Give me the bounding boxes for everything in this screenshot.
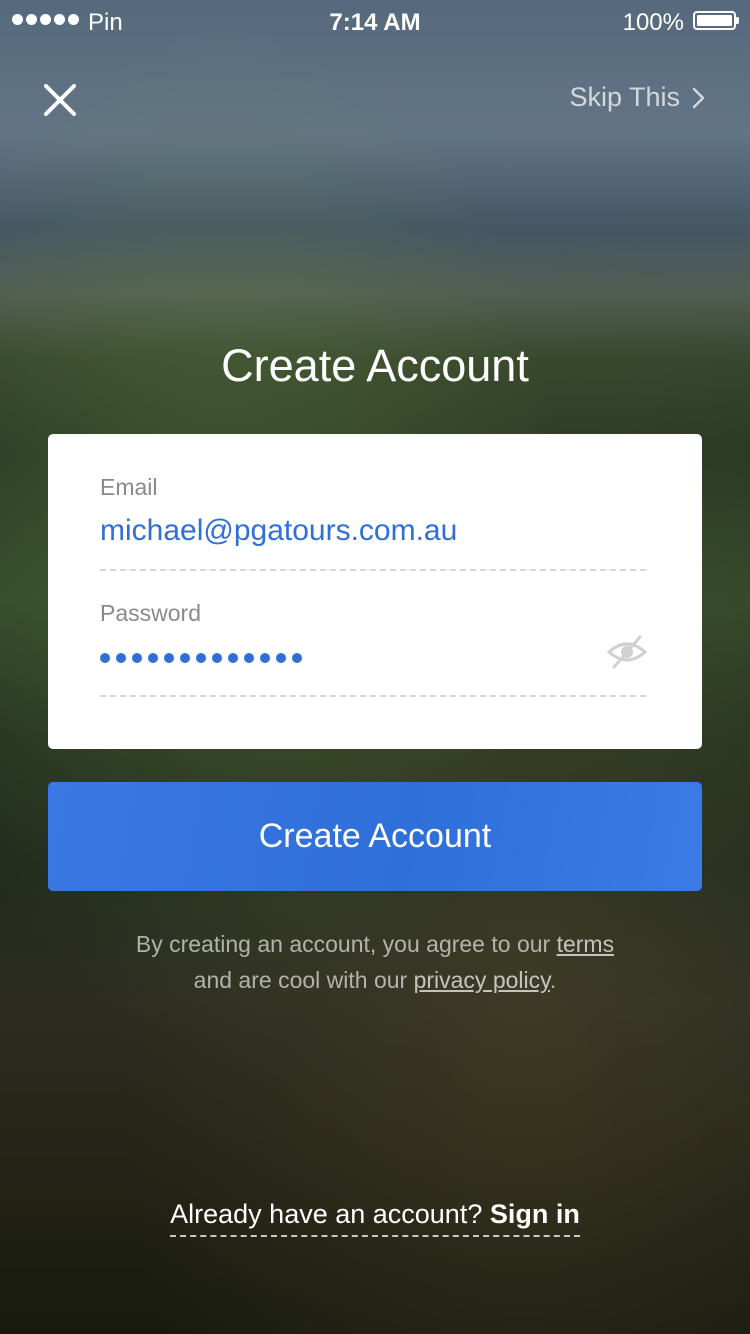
create-account-screen: Pin 7:14 AM 100% Skip This Create Accoun… — [0, 0, 750, 1334]
password-dot — [260, 653, 270, 663]
password-dot — [276, 653, 286, 663]
sign-in-label: Sign in — [489, 1199, 580, 1229]
sign-in-link[interactable]: Already have an account? Sign in — [170, 1199, 580, 1237]
password-field[interactable] — [100, 653, 302, 663]
password-dot — [244, 653, 254, 663]
password-dot — [180, 653, 190, 663]
eye-slash-icon — [606, 635, 648, 669]
status-bar: Pin 7:14 AM 100% — [0, 0, 750, 42]
sign-in-prompt: Already have an account? Sign in — [0, 1199, 750, 1237]
battery-icon — [693, 11, 739, 30]
password-dot — [164, 653, 174, 663]
chevron-right-icon — [692, 87, 705, 108]
password-dot — [292, 653, 302, 663]
legal-text: By creating an account, you agree to our… — [0, 926, 750, 998]
legal-suffix: . — [549, 967, 557, 993]
sign-in-question: Already have an account? — [170, 1199, 483, 1229]
privacy-policy-link[interactable]: privacy policy — [414, 967, 550, 993]
password-dot — [148, 653, 158, 663]
email-label: Email — [100, 474, 158, 500]
show-password-toggle[interactable] — [606, 634, 648, 670]
battery-percent: 100% — [622, 9, 684, 36]
legal-middle: and are cool with our — [193, 967, 408, 993]
password-dot — [228, 653, 238, 663]
legal-prefix: By creating an account, you agree to our — [135, 931, 551, 957]
password-dot — [100, 653, 110, 663]
email-field[interactable] — [100, 514, 590, 548]
terms-link[interactable]: terms — [557, 931, 615, 957]
password-dot — [212, 653, 222, 663]
password-underline — [100, 695, 646, 697]
password-dot — [196, 653, 206, 663]
close-button[interactable] — [38, 78, 82, 122]
create-account-button[interactable]: Create Account — [48, 782, 702, 891]
password-label: Password — [100, 600, 201, 626]
signup-form-card: Email Password — [48, 434, 702, 749]
skip-button[interactable]: Skip This — [569, 82, 706, 113]
password-dot — [132, 653, 142, 663]
email-underline — [100, 569, 646, 571]
password-dot — [116, 653, 126, 663]
close-icon — [44, 84, 76, 116]
skip-label: Skip This — [569, 82, 680, 112]
page-title: Create Account — [221, 340, 529, 391]
